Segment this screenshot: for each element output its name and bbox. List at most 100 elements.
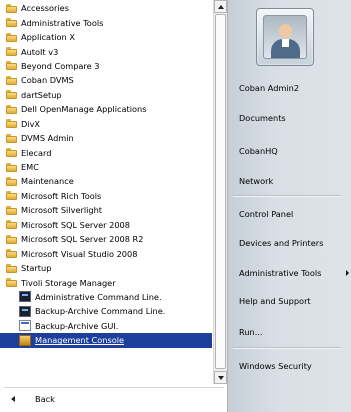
program-folder[interactable]: Microsoft SQL Server 2008 [0, 218, 212, 232]
administrative-tools-link[interactable]: Administrative Tools [228, 262, 351, 284]
program-folder[interactable]: EMC [0, 160, 212, 174]
help-support-link[interactable]: Help and Support [228, 290, 351, 312]
folder-icon [6, 90, 17, 100]
program-label: Administrative Command Line. [35, 291, 162, 302]
folder-icon [6, 249, 17, 259]
scroll-down-button[interactable] [214, 371, 227, 384]
program-label: Maintenance [21, 176, 74, 187]
program-folder[interactable]: dartSetup [0, 88, 212, 102]
program-folder[interactable]: Microsoft Visual Studio 2008 [0, 246, 212, 260]
folder-icon [6, 263, 17, 273]
programs-scrollbar[interactable] [213, 0, 227, 384]
program-folder[interactable]: DVMS Admin [0, 131, 212, 145]
terminal-icon [19, 305, 31, 317]
window-icon [19, 320, 31, 332]
avatar-head [279, 24, 292, 38]
documents-link[interactable]: Documents [228, 107, 351, 129]
folder-icon [6, 32, 17, 42]
terminal-icon [19, 291, 31, 303]
arrow-up-icon [217, 4, 224, 9]
program-label: Management Console [35, 335, 125, 346]
network-link[interactable]: Network [228, 170, 351, 192]
console-icon [19, 334, 31, 346]
avatar-frame [263, 15, 307, 59]
program-label: EMC [21, 162, 39, 173]
folder-icon [6, 220, 17, 230]
program-label: Accessories [21, 3, 69, 14]
program-folder[interactable]: Startup [0, 261, 212, 275]
program-item[interactable]: Administrative Command Line. [0, 290, 212, 304]
program-folder[interactable]: Administrative Tools [0, 15, 212, 29]
folder-icon [6, 148, 17, 158]
program-folder[interactable]: Maintenance [0, 174, 212, 188]
folder-icon [6, 47, 17, 57]
program-label: Tivoli Storage Manager [21, 277, 116, 288]
program-label: Microsoft SQL Server 2008 R2 [21, 234, 144, 245]
program-folder[interactable]: Tivoli Storage Manager [0, 275, 212, 289]
programs-list: Accessories Administrative Tools Applicati… [0, 1, 212, 348]
program-item[interactable]: Management Console [0, 333, 212, 348]
folder-icon [6, 191, 17, 201]
programs-panel: Accessories Administrative Tools Applicati… [0, 0, 228, 412]
program-folder[interactable]: Coban DVMS [0, 73, 212, 87]
program-label: Microsoft SQL Server 2008 [21, 219, 130, 230]
folder-icon [6, 176, 17, 186]
submenu-arrow-icon [346, 270, 349, 276]
back-label: Back [35, 394, 55, 404]
program-label: Coban DVMS [21, 75, 74, 86]
program-item[interactable]: Backup-Archive Command Line. [0, 304, 212, 318]
program-folder[interactable]: DivX [0, 117, 212, 131]
program-folder[interactable]: Accessories [0, 1, 212, 15]
program-folder[interactable]: AutoIt v3 [0, 44, 212, 58]
folder-icon [6, 61, 17, 71]
folder-icon [6, 18, 17, 28]
program-folder[interactable]: Microsoft Silverlight [0, 203, 212, 217]
devices-printers-link[interactable]: Devices and Printers [228, 232, 351, 254]
right-separator-1 [233, 195, 341, 196]
scroll-thumb[interactable] [215, 14, 226, 369]
back-arrow-icon [11, 396, 15, 402]
program-folder[interactable]: Elecard [0, 145, 212, 159]
program-label: Elecard [21, 147, 52, 158]
user-name-link[interactable]: Coban Admin2 [228, 77, 351, 99]
program-folder[interactable]: Microsoft SQL Server 2008 R2 [0, 232, 212, 246]
program-label: Microsoft Silverlight [21, 205, 103, 216]
right-separator-2 [233, 347, 341, 348]
folder-icon [6, 104, 17, 114]
program-label: Backup-Archive Command Line. [35, 306, 166, 317]
program-folder[interactable]: Microsoft Rich Tools [0, 189, 212, 203]
scroll-up-button[interactable] [214, 0, 227, 13]
folder-icon [6, 234, 17, 244]
program-label: Beyond Compare 3 [21, 60, 100, 71]
program-label: DivX [21, 118, 41, 129]
program-label: Dell OpenManage Applications [21, 104, 147, 115]
folder-icon [6, 133, 17, 143]
folder-icon [6, 75, 17, 85]
program-label: Startup [21, 263, 52, 274]
program-item[interactable]: Backup-Archive GUI. [0, 319, 212, 333]
run-link[interactable]: Run... [228, 321, 351, 343]
program-label: Microsoft Rich Tools [21, 190, 102, 201]
program-label: DVMS Admin [21, 133, 74, 144]
arrow-down-icon [217, 375, 224, 380]
program-label: Microsoft Visual Studio 2008 [21, 248, 138, 259]
program-folder[interactable]: Beyond Compare 3 [0, 59, 212, 73]
folder-icon [6, 205, 17, 215]
cobanhq-link[interactable]: CobanHQ [228, 140, 351, 162]
program-folder[interactable]: Dell OpenManage Applications [0, 102, 212, 116]
program-folder[interactable]: Application X [0, 30, 212, 44]
folder-icon [6, 278, 17, 288]
program-label: AutoIt v3 [21, 46, 59, 57]
user-avatar-icon[interactable] [256, 8, 314, 66]
program-label: Application X [21, 32, 75, 43]
folder-icon [6, 119, 17, 129]
avatar-collar [282, 39, 289, 47]
windows-security-link[interactable]: Windows Security [228, 355, 351, 377]
control-panel-link[interactable]: Control Panel [228, 203, 351, 225]
divider [4, 387, 224, 388]
program-label: Administrative Tools [21, 17, 104, 28]
back-button[interactable]: Back [0, 391, 212, 407]
program-label: dartSetup [21, 89, 62, 100]
folder-icon [6, 3, 17, 13]
program-label: Backup-Archive GUI. [35, 320, 119, 331]
